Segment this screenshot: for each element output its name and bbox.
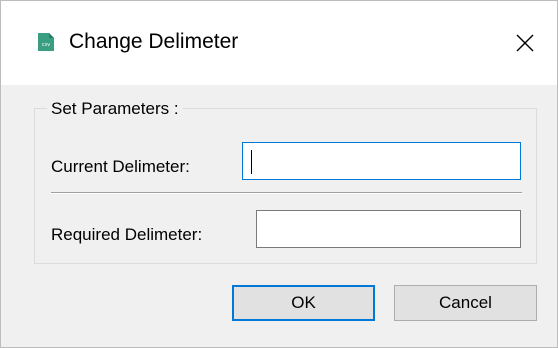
change-delimeter-dialog: csv Change Delimeter Set Parameters : Cu… <box>0 0 558 348</box>
csv-icon-label: csv <box>42 42 50 48</box>
cancel-button[interactable]: Cancel <box>394 285 537 321</box>
dialog-title: Change Delimeter <box>69 30 239 53</box>
current-delimeter-input[interactable] <box>242 142 521 180</box>
current-delimeter-label: Current Delimeter: <box>51 157 190 176</box>
close-button[interactable] <box>507 25 543 61</box>
required-delimeter-input[interactable] <box>256 210 521 248</box>
close-icon <box>516 34 534 52</box>
required-delimeter-label: Required Delimeter: <box>51 225 203 244</box>
text-caret <box>251 150 252 174</box>
group-legend: Set Parameters : <box>47 99 183 119</box>
field-separator <box>51 192 522 194</box>
title-bar[interactable]: csv Change Delimeter <box>1 1 557 85</box>
csv-file-icon: csv <box>38 33 54 51</box>
dialog-body: Set Parameters : Current Delimeter: Requ… <box>1 85 557 347</box>
ok-button[interactable]: OK <box>232 285 375 321</box>
